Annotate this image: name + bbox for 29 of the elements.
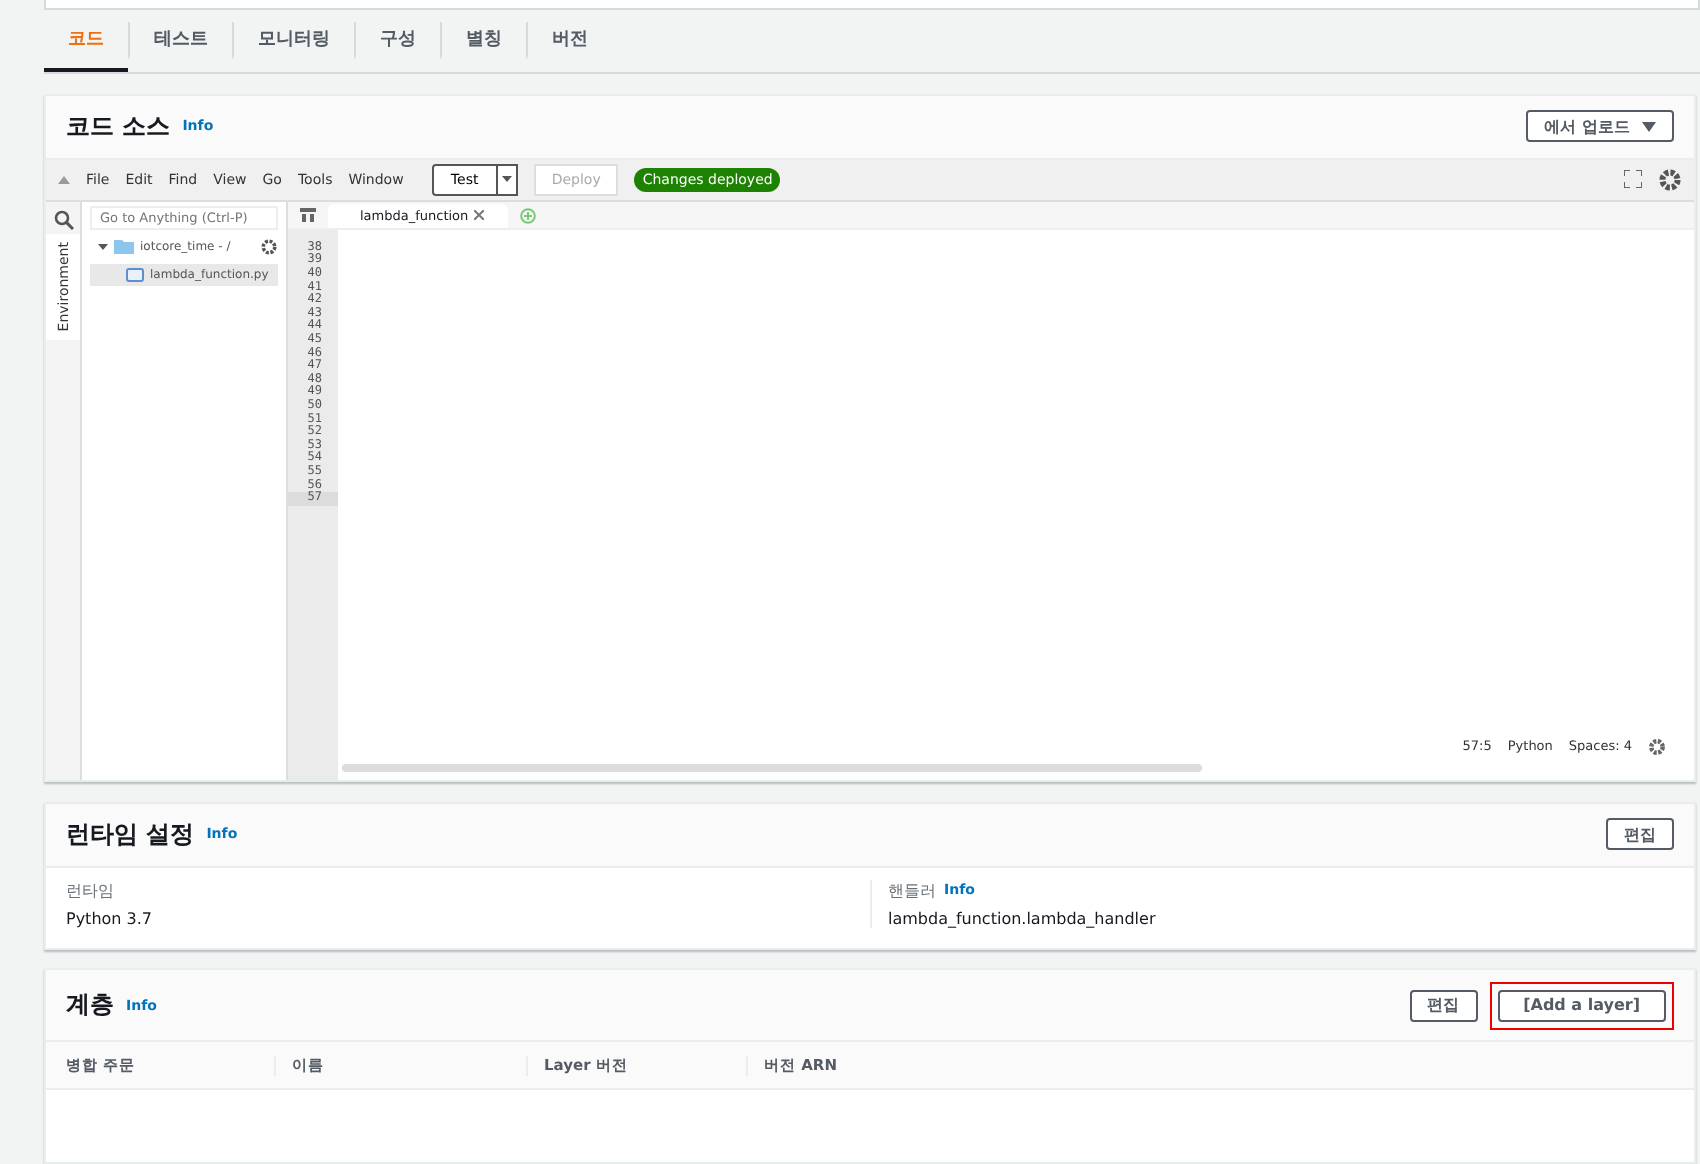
- caret-icon: [1642, 121, 1656, 132]
- gear-icon[interactable]: [260, 237, 278, 256]
- folder-icon: [114, 238, 134, 255]
- close-icon[interactable]: [474, 210, 485, 221]
- edit-button[interactable]: 편집: [1606, 818, 1674, 851]
- search-icon[interactable]: [53, 209, 73, 230]
- file-icon: [126, 267, 144, 282]
- tab-list-icon[interactable]: [300, 207, 316, 222]
- section-title: 계층: [66, 988, 114, 1023]
- field-value: lambda_function.lambda_handler: [888, 909, 1158, 928]
- add-layer-button[interactable]: [Add a layer]: [1497, 989, 1666, 1022]
- fullscreen-icon[interactable]: [1624, 170, 1642, 189]
- upload-button[interactable]: 에서 업로드: [1526, 110, 1674, 143]
- test-dropdown-button[interactable]: [497, 163, 518, 196]
- section-title: 코드 소스: [66, 109, 171, 144]
- field-label: 핸들러: [888, 879, 936, 902]
- caret-icon[interactable]: [98, 241, 108, 252]
- field-value: Python 3.7: [66, 909, 154, 928]
- caret-icon: [501, 176, 512, 183]
- tab[interactable]: 별칭: [440, 22, 526, 60]
- settings-icon[interactable]: [1648, 737, 1666, 756]
- tab[interactable]: 모니터링: [232, 22, 354, 60]
- tab[interactable]: 구성: [354, 22, 440, 60]
- tab[interactable]: 버전: [526, 22, 612, 60]
- tab[interactable]: 테스트: [128, 22, 232, 60]
- edit-button[interactable]: 편집: [1409, 989, 1478, 1022]
- section-title: 런타임 설정: [66, 817, 195, 852]
- settings-icon[interactable]: [1658, 167, 1682, 192]
- field-label: 런타임: [66, 879, 114, 902]
